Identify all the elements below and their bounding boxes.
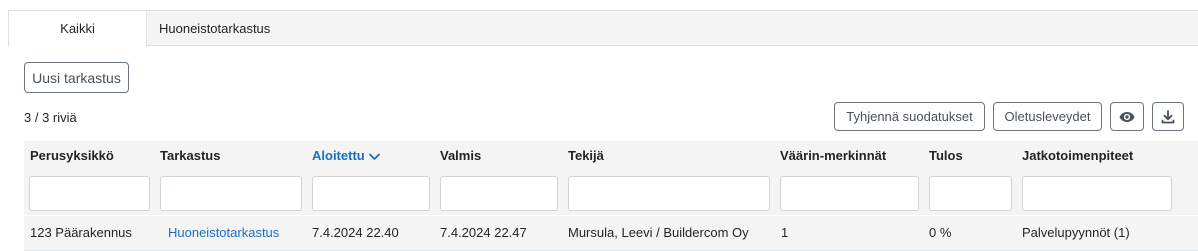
column-header-perusyksikko[interactable]: Perusyksikkö	[30, 148, 114, 163]
filter-tulos[interactable]	[929, 176, 1012, 211]
column-header-aloitettu-label: Aloitettu	[312, 148, 365, 163]
row-count: 3 / 3 riviä	[24, 110, 77, 125]
column-header-vaarin-merkinnat[interactable]: Väärin-merkinnät	[780, 148, 886, 163]
new-inspection-button[interactable]: Uusi tarkastus	[24, 62, 129, 93]
filter-tekija[interactable]	[568, 176, 770, 211]
column-header-valmis[interactable]: Valmis	[440, 148, 481, 163]
cell-vaarin-merkinnat: 1	[781, 225, 789, 240]
tab-bar: Kaikki Huoneistotarkastus	[8, 10, 1198, 47]
cell-tulos: 0 %	[929, 225, 952, 240]
cell-aloitettu: 7.4.2024 22.40	[312, 225, 399, 240]
cell-tekija: Mursula, Leevi / Buildercom Oy	[568, 225, 749, 240]
column-header-tekija[interactable]: Tekijä	[568, 148, 604, 163]
chevron-down-icon	[368, 153, 380, 160]
tab-apartment-inspection[interactable]: Huoneistotarkastus	[146, 10, 299, 47]
cell-valmis: 7.4.2024 22.47	[440, 225, 527, 240]
filter-tarkastus[interactable]	[160, 176, 302, 211]
default-widths-button[interactable]: Oletusleveydet	[993, 102, 1102, 131]
cell-perusyksikko: 123 Päärakennus	[30, 225, 132, 240]
filter-perusyksikko[interactable]	[29, 176, 150, 211]
cell-jatkotoimenpiteet: Palvelupyynnöt (1)	[1022, 225, 1130, 240]
filter-vaarin-merkinnat[interactable]	[780, 176, 919, 211]
filter-aloitettu[interactable]	[312, 176, 430, 211]
column-header-tulos[interactable]: Tulos	[929, 148, 963, 163]
clear-filters-button[interactable]: Tyhjennä suodatukset	[834, 102, 985, 131]
filter-jatkotoimenpiteet[interactable]	[1022, 176, 1172, 211]
eye-icon	[1119, 111, 1135, 122]
download-button[interactable]	[1152, 102, 1184, 131]
column-header-aloitettu[interactable]: Aloitettu	[312, 148, 380, 163]
tab-all[interactable]: Kaikki	[8, 10, 147, 47]
download-icon	[1161, 109, 1175, 123]
column-visibility-button[interactable]	[1110, 102, 1144, 131]
column-header-tarkastus[interactable]: Tarkastus	[160, 148, 220, 163]
column-header-jatkotoimenpiteet[interactable]: Jatkotoimenpiteet	[1022, 148, 1133, 163]
filter-valmis[interactable]	[440, 176, 558, 211]
cell-tarkastus-link[interactable]: Huoneistotarkastus	[168, 225, 279, 240]
